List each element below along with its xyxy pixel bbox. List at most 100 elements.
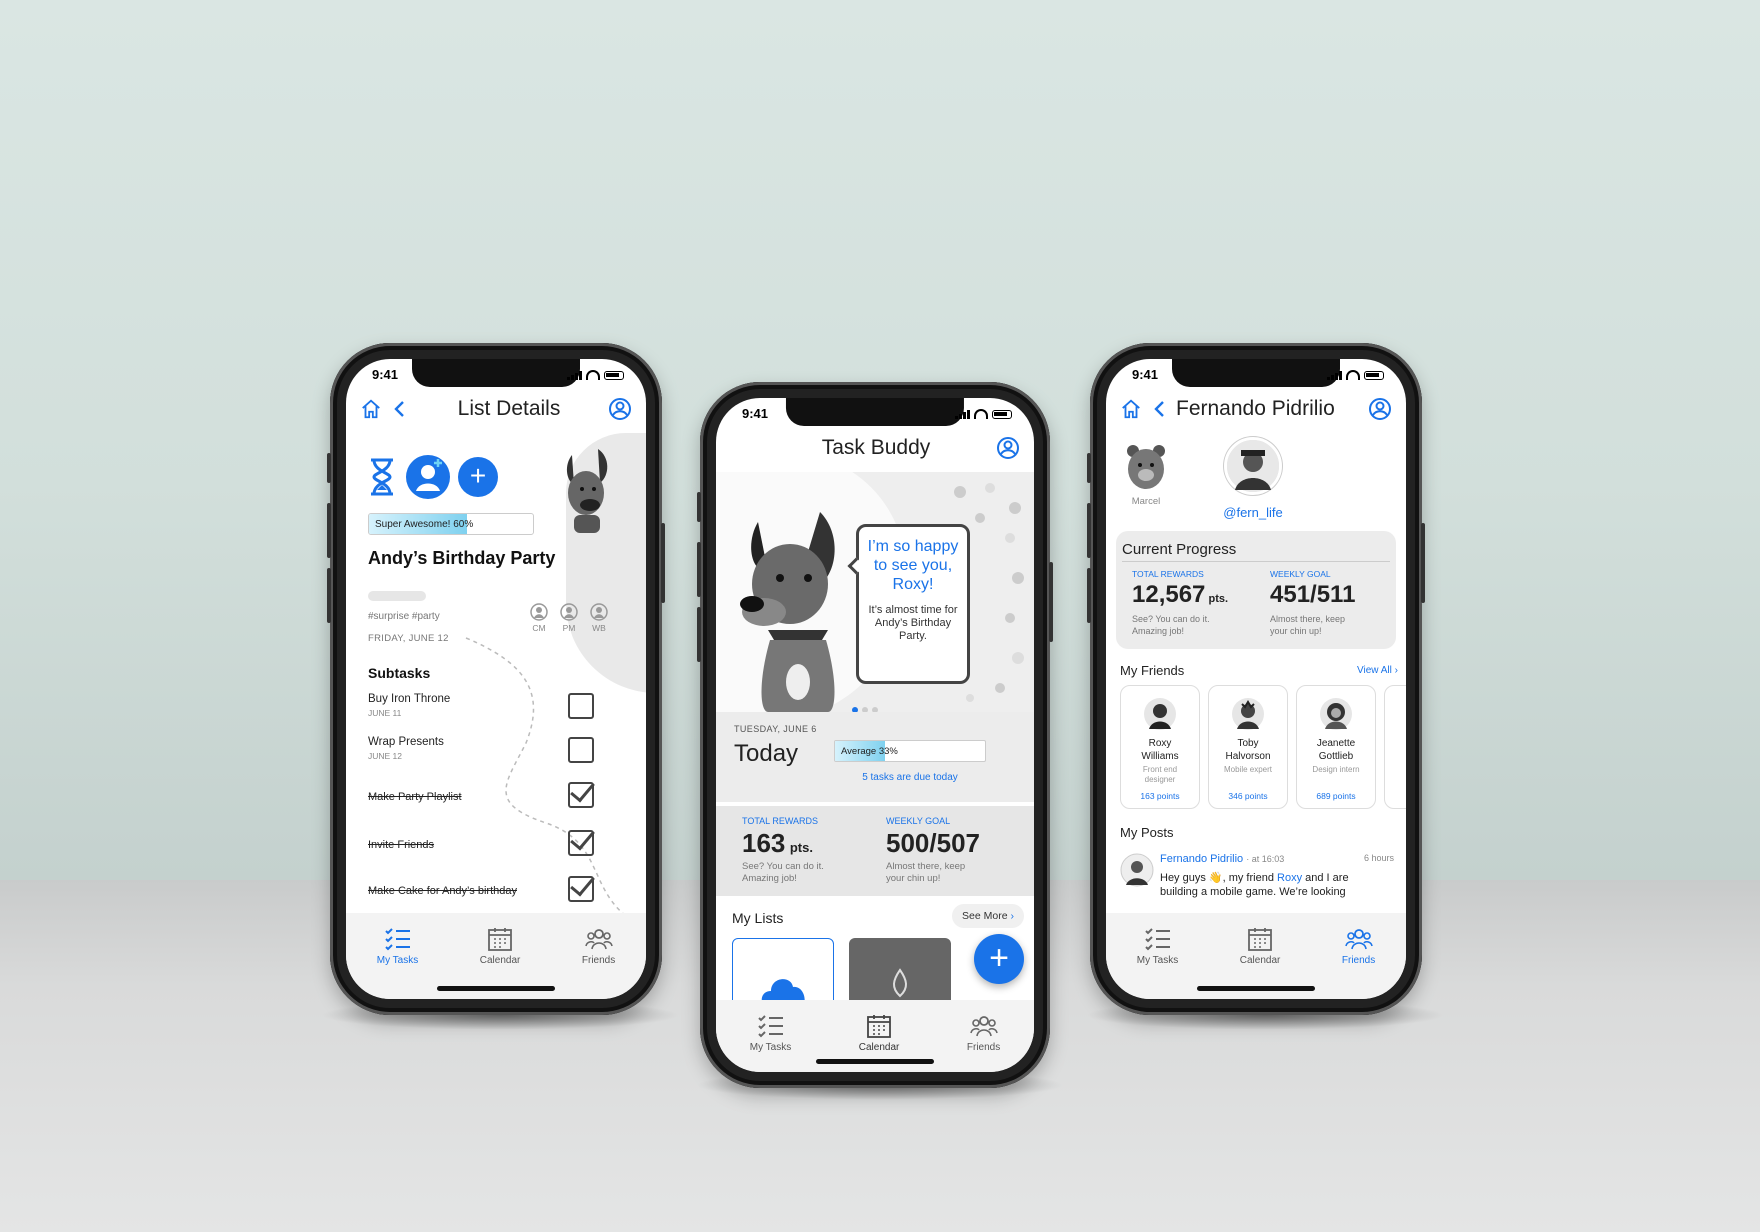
header: Fernando Pidrilio [1106,389,1406,429]
bubble-headline: I’m so happy to see you, Roxy! [867,538,959,593]
friend-points: 689 points [1316,791,1356,801]
post-text-continued: building a mobile game. We’re looking [1160,886,1346,898]
dog-mascot-icon [740,512,835,712]
friend-name: Roxy Williams [1141,738,1179,762]
weekly-goal-value: 500/507 [886,828,980,858]
header: Task Buddy [716,428,1034,468]
screen: 9:41 List Details + Super Awesome! 60% A… [346,359,646,999]
see-more-button[interactable]: See More › [952,904,1024,928]
tab-my-tasks[interactable]: My Tasks [1137,927,1178,999]
subtask-name: Make Cake for Andy’s birthday [368,885,517,897]
calendar-icon [1248,928,1272,951]
subtask-date: JUNE 11 [368,708,402,718]
wifi-icon [586,370,600,380]
subtask-checkbox[interactable] [568,876,594,902]
profile-icon[interactable] [996,436,1020,460]
status-bar: 9:41 [1132,367,1384,383]
tab-friends[interactable]: Friends [967,1014,1000,1072]
pts-unit: pts. [1208,593,1229,605]
friend-role: Mobile expert [1223,765,1273,774]
friends-icon [1344,929,1373,950]
member-avatar[interactable]: WB [590,603,608,633]
friend-points: 163 points [1140,791,1180,801]
signal-icon [955,409,970,419]
tags: #surprise #party [368,611,440,622]
profile-handle[interactable]: @fern_life [1202,505,1304,520]
tab-friends[interactable]: Friends [582,927,615,999]
member-initials: CM [532,623,546,633]
bear-avatar-icon [1127,445,1165,489]
list-name: Andy’s Birthday Party [368,548,556,568]
add-member-button[interactable] [406,455,450,499]
post-text-start: Hey guys 👋, my friend [1160,872,1274,884]
member-avatar[interactable]: CM [530,603,548,633]
subtask-checkbox[interactable] [568,782,594,808]
home-indicator [1197,986,1315,991]
speech-bubble: I’m so happy to see you, Roxy! It’s almo… [856,524,970,684]
progress-bar: Super Awesome! 60% [368,513,534,535]
post-author[interactable]: Fernando Pidrilio [1160,853,1243,865]
friend-name: Jeanette Gottlieb [1316,738,1356,762]
back-chevron-icon[interactable] [1150,398,1170,420]
tab-friends[interactable]: Friends [1342,927,1375,999]
view-all-link[interactable]: View All › [1357,665,1398,676]
subtask-checkbox[interactable] [568,737,594,763]
weekly-goal-value: 451/511 [1270,581,1356,608]
home-icon[interactable] [1120,398,1142,420]
tab-my-tasks[interactable]: My Tasks [377,927,418,999]
subtask-name: Make Party Playlist [368,791,462,803]
member-avatar[interactable]: PM [560,603,578,633]
friends-icon [969,1016,998,1037]
status-time: 9:41 [372,367,399,382]
screen: 9:41 Task Buddy I’m so happy to see you,… [716,398,1034,1072]
tab-label: Calendar [858,1042,900,1053]
goal-note: Almost there, keep your chin up! [1270,614,1346,636]
subtask-item[interactable]: Invite Friends [346,829,646,869]
subtask-date: JUNE 12 [368,751,403,761]
subtask-checkbox[interactable] [568,830,594,856]
page-title: Task Buddy [821,436,931,459]
battery-icon [1364,370,1384,380]
rewards-note: See? You can do it. Amazing job! [1132,614,1210,636]
friend-name: Toby Halvorson [1225,738,1271,762]
list-card[interactable] [732,938,834,1008]
my-lists-heading: My Lists [732,910,784,926]
tab-label: Calendar [1239,955,1281,966]
see-more-label: See More [962,910,1008,922]
person-icon [530,603,548,621]
signal-icon [1327,370,1342,380]
friend-avatar-icon [1232,698,1264,730]
friend-card[interactable]: Toby Halvorson Mobile expert 346 points [1208,685,1288,809]
post-author-avatar-icon [1120,853,1154,887]
subtask-item[interactable]: Make Cake for Andy’s birthday [346,875,646,915]
due-today-link[interactable]: 5 tasks are due today [834,772,986,783]
profile-avatar[interactable] [1224,437,1282,495]
profile-icon[interactable] [608,397,632,421]
content: + Super Awesome! 60% Andy’s Birthday Par… [346,433,646,924]
profile-icon[interactable] [1368,397,1392,421]
side-profile[interactable]: Marcel [1118,441,1174,507]
subtask-name: Invite Friends [368,839,435,851]
carousel-dots[interactable] [850,700,880,712]
tab-my-tasks[interactable]: My Tasks [750,1014,791,1072]
subtask-item[interactable]: Buy Iron Throne JUNE 11 [346,693,646,733]
friend-card[interactable]: Roxy Williams Front end designer 163 poi… [1120,685,1200,809]
hourglass-icon[interactable] [368,457,396,497]
friend-card[interactable] [1384,685,1406,809]
add-task-button[interactable]: + [458,457,498,497]
back-chevron-icon[interactable] [390,398,410,420]
page-title: Fernando Pidrilio [1176,397,1335,420]
subtask-item[interactable]: Wrap Presents JUNE 12 [346,736,646,776]
friend-card[interactable]: Jeanette Gottlieb Design intern 689 poin… [1296,685,1376,809]
add-list-fab[interactable]: + [974,934,1024,984]
post-text: Hey guys 👋, my friend Roxy and I are [1160,871,1349,884]
subtask-checkbox[interactable] [568,693,594,719]
subtask-item[interactable]: Make Party Playlist [346,781,646,821]
current-progress-card: Current Progress TOTAL REWARDS 12,567 pt… [1116,531,1396,649]
post-mention[interactable]: Roxy [1277,872,1302,884]
list-card[interactable] [849,938,951,1008]
post-item[interactable]: Fernando Pidrilio · at 16:03 6 hours Hey… [1106,851,1406,898]
my-friends-heading: My Friends [1120,663,1185,678]
header: List Details [346,389,646,429]
home-icon[interactable] [360,398,382,420]
